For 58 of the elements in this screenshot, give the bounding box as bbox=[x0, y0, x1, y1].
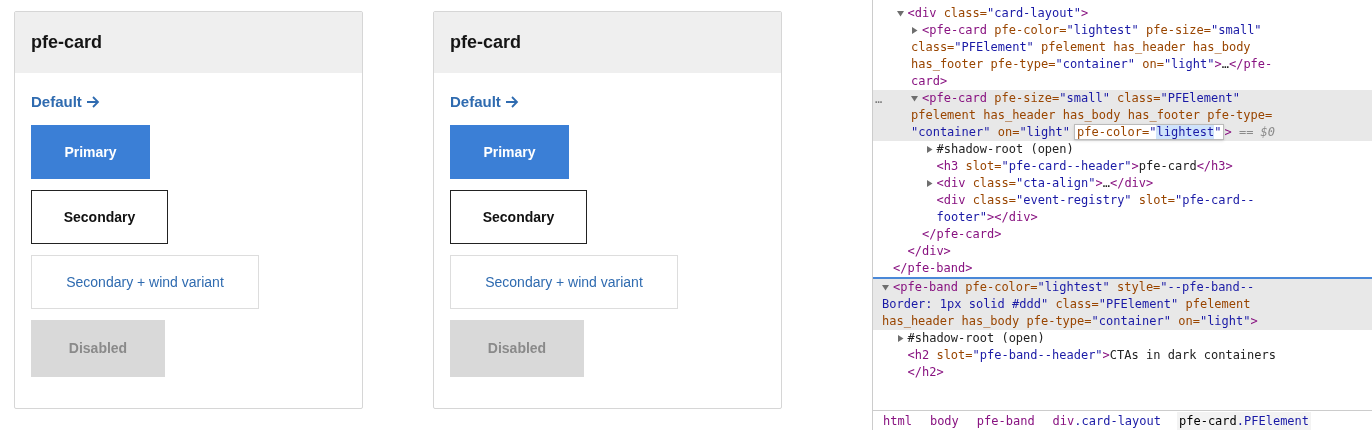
code-line: pfelement has_header has_body has_footer pfe-type= bbox=[911, 107, 1273, 124]
code-line: footer"></div> bbox=[936, 209, 1038, 226]
code-line: has_footer pfe-type="container" on="light">…</pfe- bbox=[911, 56, 1273, 73]
cta-button[interactable]: Secondary bbox=[450, 190, 587, 244]
breadcrumb-item[interactable]: html bbox=[881, 411, 914, 430]
cta-button[interactable]: Secondary + wind variant bbox=[450, 255, 678, 309]
element-row[interactable]: <div class="event-registry" slot="pfe-card-- footer"></div> bbox=[873, 192, 1372, 226]
code-line: #shadow-root (open) bbox=[896, 330, 1045, 347]
default-link[interactable]: Default bbox=[31, 91, 100, 113]
element-row[interactable]: … <pfe-card pfe-size="small" class="PFElement" pfelement has_header has_body has_footer pfe-type= "container" on="light" pfe-color="lightest" > == $0 bbox=[873, 90, 1372, 141]
card-title: pfe-card bbox=[31, 31, 102, 54]
code-line: <div class="event-registry" slot="pfe-card-- bbox=[936, 192, 1255, 209]
code-line: </h2> bbox=[907, 364, 944, 381]
code-line: <div class="cta-align">…</div> bbox=[925, 175, 1154, 192]
arrow-right-icon bbox=[504, 96, 519, 108]
collapsed-triangle-icon[interactable] bbox=[911, 27, 918, 34]
expanded-triangle-icon[interactable] bbox=[882, 284, 889, 291]
code-line: </pfe-band> bbox=[893, 260, 973, 277]
attribute-edit-field[interactable]: pfe-color="lightest" bbox=[1073, 124, 1225, 140]
element-row[interactable]: <pfe-band pfe-color="lightest" style="--pfe-band-- Border: 1px solid #ddd" class="PFElement" pfelement has_header has_body pfe-type="container" on="light"> bbox=[873, 277, 1372, 330]
code-line: has_header has_body pfe-type="container" on="light"> bbox=[882, 313, 1258, 330]
element-row[interactable]: <div class="card-layout"> bbox=[873, 5, 1372, 22]
code-line: </pfe-card> bbox=[922, 226, 1002, 243]
collapsed-triangle-icon[interactable] bbox=[896, 335, 904, 342]
code-line: </div> bbox=[907, 243, 951, 260]
breadcrumb-item[interactable]: body bbox=[927, 411, 961, 430]
element-row[interactable]: <h3 slot="pfe-card--header">pfe-card</h3> bbox=[873, 158, 1372, 175]
code-line: <pfe-band pfe-color="lightest" style="--pfe-band-- bbox=[882, 279, 1255, 296]
code-line: <h3 slot="pfe-card--header">pfe-card</h3> bbox=[936, 158, 1233, 175]
code-line: <pfe-card pfe-color="lightest" pfe-size="small" bbox=[911, 22, 1262, 39]
cta-button[interactable]: Primary bbox=[450, 125, 569, 179]
expanded-triangle-icon[interactable] bbox=[896, 10, 904, 17]
code-line: <h2 slot="pfe-band--header">CTAs in dark containers bbox=[907, 347, 1276, 364]
code-line: <div class="card-layout"> bbox=[896, 5, 1089, 22]
code-line: "container" on="light" pfe-color="lightest" > == $0 bbox=[911, 124, 1276, 141]
breadcrumb-item[interactable]: pfe-card.PFElement bbox=[1177, 411, 1312, 430]
cta-button[interactable]: Primary bbox=[31, 125, 150, 179]
card-title: pfe-card bbox=[450, 31, 521, 54]
collapsed-triangle-icon[interactable] bbox=[925, 146, 933, 153]
breadcrumb-item[interactable]: pfe-band bbox=[974, 411, 1037, 430]
code-line: class="PFElement" pfelement has_header has_body bbox=[911, 39, 1251, 56]
code-line: <pfe-card pfe-size="small" class="PFElement" bbox=[911, 90, 1240, 107]
element-row[interactable]: <h2 slot="pfe-band--header">CTAs in dark containers </h2> bbox=[873, 347, 1372, 381]
default-link[interactable]: Default bbox=[450, 91, 519, 113]
code-line: Border: 1px solid #ddd" class="PFElement" pfelement bbox=[882, 296, 1251, 313]
collapsed-triangle-icon[interactable] bbox=[925, 180, 933, 187]
cta-button[interactable]: Secondary bbox=[31, 190, 168, 244]
element-row[interactable]: <pfe-card pfe-color="lightest" pfe-size="small" class="PFElement" pfelement has_header has_body has_footer pfe-type="container" on="light">…</pfe- card> bbox=[873, 22, 1372, 90]
expanded-triangle-icon[interactable] bbox=[911, 95, 918, 102]
cta-button[interactable]: Secondary + wind variant bbox=[31, 255, 259, 309]
element-row[interactable]: #shadow-root (open) bbox=[873, 141, 1372, 158]
code-line: card> bbox=[911, 73, 948, 90]
gutter-marker: … bbox=[875, 91, 883, 108]
arrow-right-icon bbox=[85, 96, 100, 108]
code-line: #shadow-root (open) bbox=[925, 141, 1074, 158]
breadcrumb-item[interactable]: div.card-layout bbox=[1050, 411, 1163, 430]
element-row[interactable]: <div class="cta-align">…</div> bbox=[873, 175, 1372, 192]
element-row[interactable]: #shadow-root (open) bbox=[873, 330, 1372, 347]
